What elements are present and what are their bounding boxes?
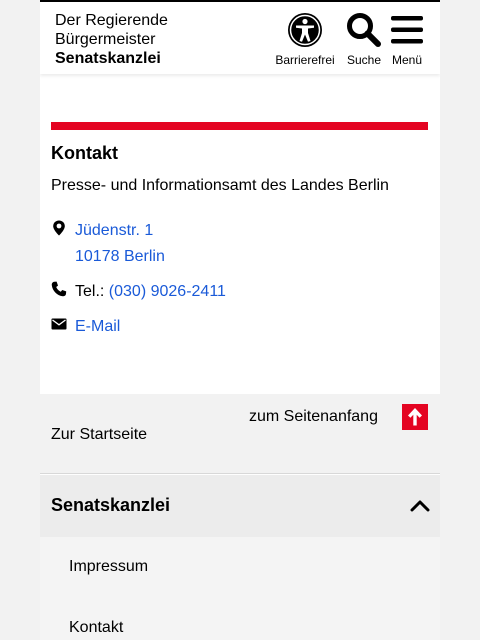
site-logo-link[interactable]: Der Regierende Bürgermeister Senatskanzl…: [55, 11, 168, 68]
footer-section-title: Senatskanzlei: [51, 495, 171, 515]
footer-accordion-header[interactable]: Senatskanzlei: [40, 475, 440, 537]
brand-line-2: Bürgermeister: [55, 31, 156, 48]
location-pin-icon: [53, 220, 65, 236]
menu-label: Menü: [391, 53, 423, 67]
accessibility-button[interactable]: Barrierefrei: [274, 12, 336, 67]
menu-icon: [391, 16, 423, 44]
contact-organization: Presse- und Informationsamt des Landes B…: [51, 177, 389, 194]
accessibility-icon: [288, 13, 322, 47]
back-to-top-button[interactable]: [402, 404, 428, 430]
envelope-icon: [51, 318, 67, 330]
brand-line-1: Der Regierende: [55, 12, 168, 29]
email-link[interactable]: E-Mail: [75, 318, 120, 335]
chevron-up-icon: [410, 500, 430, 512]
contact-title: Kontakt: [51, 143, 118, 163]
search-label: Suche: [346, 53, 382, 67]
search-button[interactable]: Suche: [344, 12, 384, 67]
footer-link-impressum[interactable]: Impressum: [69, 558, 148, 576]
footer-link-kontakt[interactable]: Kontakt: [69, 619, 123, 637]
address-street-link[interactable]: Jüdenstr. 1: [75, 218, 165, 244]
phone-icon: [51, 281, 67, 297]
menu-button[interactable]: Menü: [389, 12, 425, 67]
page-footer: zum Seitenanfang Zur Startseite: [40, 394, 440, 474]
back-to-top-link[interactable]: zum Seitenanfang: [249, 408, 378, 426]
home-link[interactable]: Zur Startseite: [51, 426, 147, 444]
search-icon: [347, 13, 381, 47]
phone-prefix: Tel.:: [75, 283, 105, 300]
arrow-up-icon: [408, 408, 422, 426]
page: Der Regierende Bürgermeister Senatskanzl…: [40, 0, 440, 640]
brand-line-3: Senatskanzlei: [55, 50, 161, 67]
site-header: Der Regierende Bürgermeister Senatskanzl…: [40, 0, 440, 74]
accessibility-label: Barrierefrei: [275, 53, 335, 67]
address-city-link[interactable]: 10178 Berlin: [75, 244, 165, 270]
phone-link[interactable]: (030) 9026-2411: [109, 283, 226, 300]
footer-submenu: Impressum Kontakt: [40, 537, 440, 640]
section-divider: [51, 122, 428, 130]
